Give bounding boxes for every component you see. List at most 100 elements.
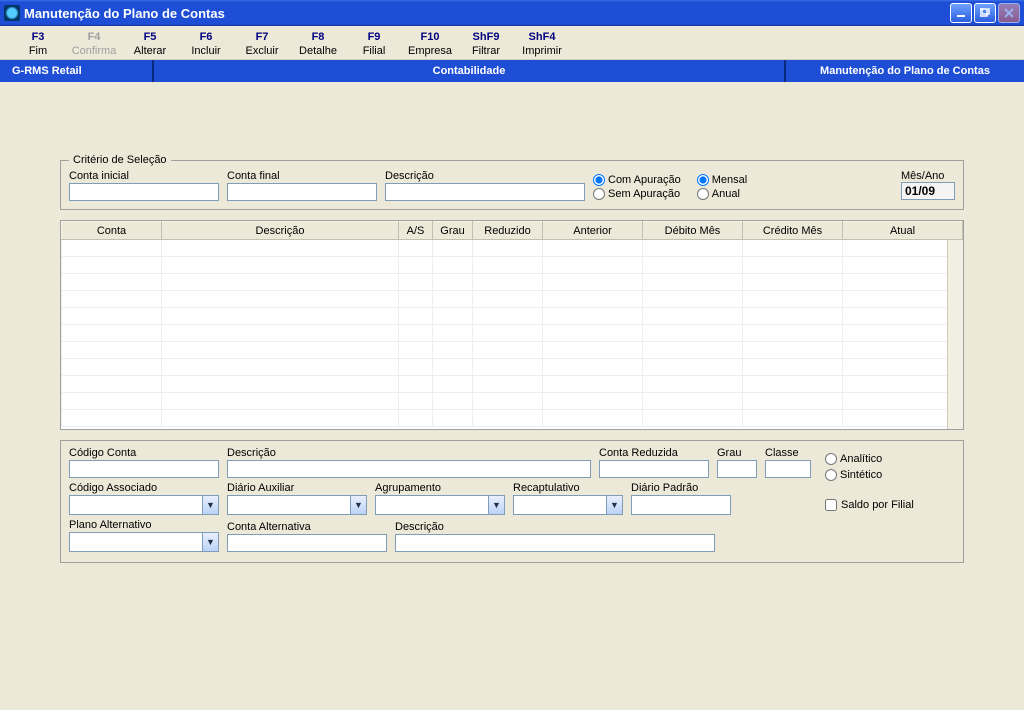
menu-fim[interactable]: F3Fim bbox=[10, 28, 66, 59]
menu-label: Imprimir bbox=[514, 44, 570, 58]
window-buttons bbox=[950, 3, 1020, 23]
radio-anual-label: Anual bbox=[712, 188, 740, 200]
details-right: Analítico Sintético Saldo por Filial bbox=[825, 447, 955, 552]
menu-alterar[interactable]: F5Alterar bbox=[122, 28, 178, 59]
grid-header-descri-o[interactable]: Descrição bbox=[162, 222, 399, 240]
plano-alternativo-combo[interactable]: ▼ bbox=[69, 532, 219, 552]
conta-final-input[interactable] bbox=[227, 183, 377, 201]
menu-fkey: ShF4 bbox=[514, 30, 570, 44]
table-row[interactable] bbox=[62, 274, 963, 291]
radio-sem-apuracao-input[interactable] bbox=[593, 188, 605, 200]
grau-input[interactable] bbox=[717, 460, 757, 478]
table-row[interactable] bbox=[62, 410, 963, 427]
radio-sintetico[interactable]: Sintético bbox=[825, 469, 955, 481]
minimize-button[interactable] bbox=[950, 3, 972, 23]
radio-sem-apuracao[interactable]: Sem Apuração bbox=[593, 188, 681, 200]
menu-fkey: F3 bbox=[10, 30, 66, 44]
menu-confirma: F4Confirma bbox=[66, 28, 122, 59]
conta-inicial-input[interactable] bbox=[69, 183, 219, 201]
conta-reduzida-input[interactable] bbox=[599, 460, 709, 478]
radio-sintetico-label: Sintético bbox=[840, 469, 882, 481]
radio-mensal[interactable]: Mensal bbox=[697, 174, 747, 186]
table-row[interactable] bbox=[62, 325, 963, 342]
close-button[interactable] bbox=[998, 3, 1020, 23]
menu-detalhe[interactable]: F8Detalhe bbox=[290, 28, 346, 59]
info-bar: G-RMS Retail Contabilidade Manutenção do… bbox=[0, 60, 1024, 82]
menu-incluir[interactable]: F6Incluir bbox=[178, 28, 234, 59]
agrupamento-combo[interactable]: ▼ bbox=[375, 495, 505, 515]
descricao-alt-input[interactable] bbox=[395, 534, 715, 552]
codigo-conta-label: Código Conta bbox=[69, 447, 219, 459]
grid-header-cr-dito-m-s[interactable]: Crédito Mês bbox=[743, 222, 843, 240]
maximize-button[interactable] bbox=[974, 3, 996, 23]
menu-fkey: F4 bbox=[66, 30, 122, 44]
details-panel: Código Conta Descrição Conta Reduzida Gr… bbox=[60, 440, 964, 563]
table-row[interactable] bbox=[62, 393, 963, 410]
grid-header-a-s[interactable]: A/S bbox=[399, 222, 433, 240]
grid-header-grau[interactable]: Grau bbox=[433, 222, 473, 240]
conta-alternativa-input[interactable] bbox=[227, 534, 387, 552]
radio-anual-input[interactable] bbox=[697, 188, 709, 200]
radio-analitico-input[interactable] bbox=[825, 453, 837, 465]
grid-header-d-bito-m-s[interactable]: Débito Mês bbox=[643, 222, 743, 240]
info-center: Contabilidade bbox=[154, 60, 786, 82]
mes-ano-value[interactable]: 01/09 bbox=[901, 182, 955, 200]
diario-padrao-input[interactable] bbox=[631, 495, 731, 515]
menu-fkey: F5 bbox=[122, 30, 178, 44]
table-row[interactable] bbox=[62, 291, 963, 308]
menu-label: Filial bbox=[346, 44, 402, 58]
mes-ano-label: Mês/Ano bbox=[901, 170, 944, 182]
radio-anual[interactable]: Anual bbox=[697, 188, 747, 200]
table-row[interactable] bbox=[62, 240, 963, 257]
table-row[interactable] bbox=[62, 376, 963, 393]
radio-mensal-input[interactable] bbox=[697, 174, 709, 186]
classe-input[interactable] bbox=[765, 460, 811, 478]
app-icon bbox=[4, 5, 20, 21]
grid-header-reduzido[interactable]: Reduzido bbox=[473, 222, 543, 240]
diario-auxiliar-label: Diário Auxiliar bbox=[227, 482, 367, 494]
grid-header-atual[interactable]: Atual bbox=[843, 222, 963, 240]
menu-empresa[interactable]: F10Empresa bbox=[402, 28, 458, 59]
descricao-input[interactable] bbox=[385, 183, 585, 201]
menu-excluir[interactable]: F7Excluir bbox=[234, 28, 290, 59]
grid-header-conta[interactable]: Conta bbox=[62, 222, 162, 240]
grid[interactable]: ContaDescriçãoA/SGrauReduzidoAnteriorDéb… bbox=[60, 220, 964, 430]
table-row[interactable] bbox=[62, 342, 963, 359]
recapitulativo-label: Recaptulativo bbox=[513, 482, 623, 494]
diario-auxiliar-combo[interactable]: ▼ bbox=[227, 495, 367, 515]
window-title: Manutenção do Plano de Contas bbox=[24, 6, 950, 21]
codigo-conta-input[interactable] bbox=[69, 460, 219, 478]
radio-sintetico-input[interactable] bbox=[825, 469, 837, 481]
chevron-down-icon: ▼ bbox=[488, 496, 504, 514]
table-row[interactable] bbox=[62, 308, 963, 325]
descricao-label: Descrição bbox=[385, 170, 585, 182]
radio-com-apuracao[interactable]: Com Apuração bbox=[593, 174, 681, 186]
radio-com-apuracao-input[interactable] bbox=[593, 174, 605, 186]
menu-imprimir[interactable]: ShF4Imprimir bbox=[514, 28, 570, 59]
menu-filtrar[interactable]: ShF9Filtrar bbox=[458, 28, 514, 59]
table-row[interactable] bbox=[62, 359, 963, 376]
codigo-associado-label: Código Associado bbox=[69, 482, 219, 494]
menu-fkey: F7 bbox=[234, 30, 290, 44]
mes-ano: Mês/Ano 01/09 bbox=[901, 170, 955, 200]
menu-filial[interactable]: F9Filial bbox=[346, 28, 402, 59]
conta-inicial-label: Conta inicial bbox=[69, 170, 219, 182]
agrupamento-label: Agrupamento bbox=[375, 482, 505, 494]
minimize-icon bbox=[956, 8, 966, 18]
menu-fkey: F10 bbox=[402, 30, 458, 44]
table-row[interactable] bbox=[62, 257, 963, 274]
descricao2-label: Descrição bbox=[227, 447, 591, 459]
menu-label: Filtrar bbox=[458, 44, 514, 58]
recapitulativo-combo[interactable]: ▼ bbox=[513, 495, 623, 515]
info-right: Manutenção do Plano de Contas bbox=[786, 60, 1024, 82]
grid-header-anterior[interactable]: Anterior bbox=[543, 222, 643, 240]
chevron-down-icon: ▼ bbox=[606, 496, 622, 514]
descricao2-input[interactable] bbox=[227, 460, 591, 478]
codigo-associado-combo[interactable]: ▼ bbox=[69, 495, 219, 515]
checkbox-saldo-filial-input[interactable] bbox=[825, 499, 837, 511]
menu-label: Alterar bbox=[122, 44, 178, 58]
radio-analitico[interactable]: Analítico bbox=[825, 453, 955, 465]
grid-scrollbar[interactable] bbox=[947, 240, 963, 429]
checkbox-saldo-filial[interactable]: Saldo por Filial bbox=[825, 499, 955, 511]
menu-fkey: F6 bbox=[178, 30, 234, 44]
